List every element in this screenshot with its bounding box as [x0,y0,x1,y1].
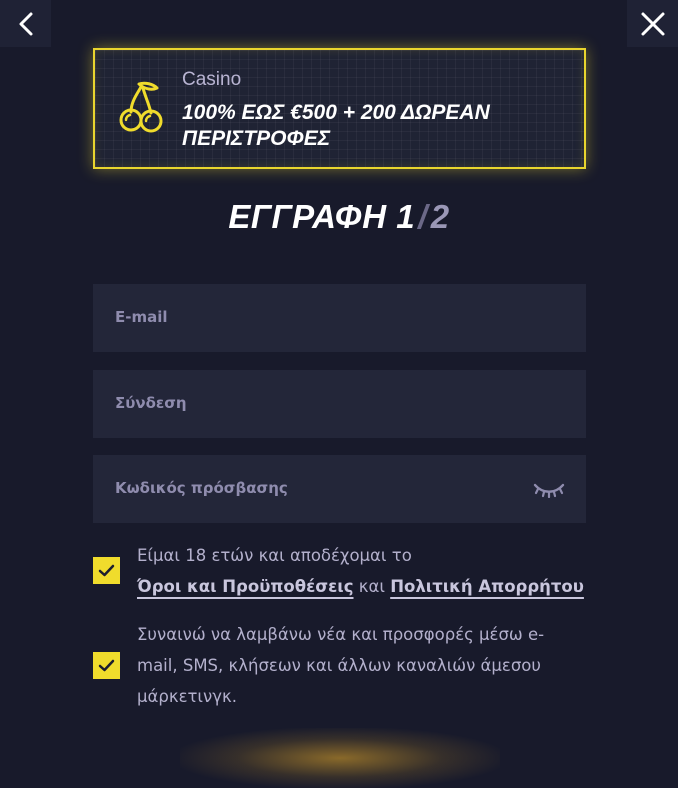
title-text: ΕΓΓΡΑΦΗ [228,198,387,235]
marketing-consent: Συναινώ να λαμβάνω νέα και προσφορές μέσ… [93,619,586,715]
marketing-checkbox[interactable] [93,652,120,679]
marketing-text: Συναινώ να λαμβάνω νέα και προσφορές μέσ… [137,619,544,712]
age-terms-text: Είμαι 18 ετών και αποδέχομαι το Όροι και… [137,540,584,602]
eye-closed-icon [533,483,565,498]
step-total: 2 [430,198,450,235]
age-terms-consent: Είμαι 18 ετών και αποδέχομαι το Όροι και… [93,540,586,602]
password-label: Κωδικός πρόσβασης [115,479,288,497]
marketing-line-3: μάρκετινγκ. [137,687,237,706]
chevron-left-icon [19,12,32,35]
age-terms-intro: Είμαι 18 ετών και αποδέχομαι το [137,546,412,565]
email-label: E-mail [115,308,168,326]
close-button[interactable] [627,0,678,47]
password-visibility-toggle[interactable] [532,479,566,501]
promo-headline: 100% ΕΩΣ €500 + 200 ΔΩΡΕΑΝ ΠΕΡΙΣΤΡΟΦΕΣ [182,101,490,150]
terms-connector: και [358,577,385,596]
step-current: 1 [396,198,416,235]
terms-link[interactable]: Όροι και Προϋποθέσεις [137,577,354,596]
cherries-icon [119,81,163,133]
username-label: Σύνδεση [115,394,187,412]
casino-bonus-banner[interactable]: Casino 100% ΕΩΣ €500 + 200 ΔΩΡΕΑΝ ΠΕΡΙΣΤ… [93,48,586,169]
marketing-line-2: mail, SMS, κλήσεων και άλλων καναλιών άμ… [137,656,541,675]
step-separator: / [418,198,428,235]
promo-category: Casino [182,69,242,90]
marketing-line-1: Συναινώ να λαμβάνω νέα και προσφορές μέσ… [137,625,545,644]
age-terms-checkbox[interactable] [93,557,120,584]
submit-button-glow [180,728,500,788]
password-field[interactable]: Κωδικός πρόσβασης [93,455,586,523]
page-title: ΕΓΓΡΑΦΗ 1/2 [0,198,678,236]
email-field[interactable]: E-mail [93,284,586,352]
username-field[interactable]: Σύνδεση [93,370,586,438]
checkmark-icon [98,659,115,672]
privacy-link[interactable]: Πολιτική Απορρήτου [390,577,584,596]
close-icon [641,12,664,35]
checkmark-icon [98,564,115,577]
back-button[interactable] [0,0,51,47]
